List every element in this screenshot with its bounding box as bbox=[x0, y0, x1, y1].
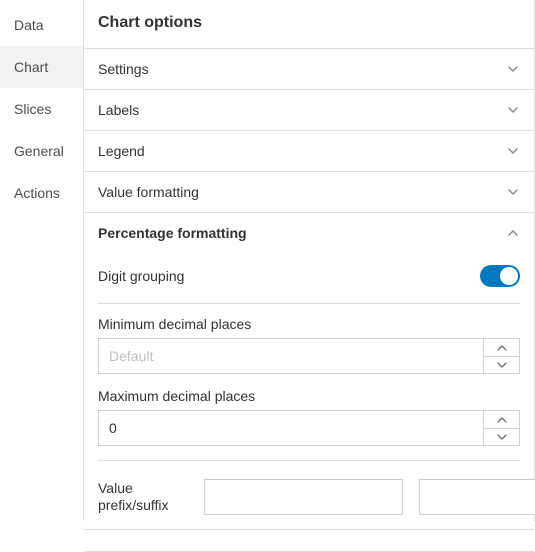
chevron-down-icon bbox=[506, 103, 520, 117]
sidebar-item-slices[interactable]: Slices bbox=[0, 88, 83, 130]
section-legend-header[interactable]: Legend bbox=[84, 131, 534, 171]
prefix-suffix-row: Value prefix/suffix bbox=[98, 473, 520, 515]
max-decimals-step-down[interactable] bbox=[484, 428, 519, 445]
max-decimals-field: Maximum decimal places bbox=[98, 388, 520, 446]
section-value-formatting: Value formatting bbox=[84, 172, 534, 213]
sidebar-item-label: General bbox=[14, 143, 64, 159]
max-decimals-spin bbox=[483, 411, 519, 445]
sidebar-item-label: Data bbox=[14, 17, 44, 33]
section-legend: Legend bbox=[84, 131, 534, 172]
section-label: Value formatting bbox=[98, 184, 199, 200]
chevron-down-icon bbox=[506, 62, 520, 76]
section-percentage-formatting-header[interactable]: Percentage formatting bbox=[84, 213, 534, 253]
section-label: Percentage formatting bbox=[98, 225, 247, 241]
sidebar-item-actions[interactable]: Actions bbox=[0, 172, 83, 214]
chevron-down-icon bbox=[506, 144, 520, 158]
sidebar-item-label: Chart bbox=[14, 59, 48, 75]
section-label: Legend bbox=[98, 143, 145, 159]
page-title: Chart options bbox=[84, 0, 534, 48]
section-label: Labels bbox=[98, 102, 139, 118]
max-decimals-step-up[interactable] bbox=[484, 411, 519, 428]
main-panel: Chart options Settings Labels bbox=[84, 0, 534, 521]
sidebar-item-label: Slices bbox=[14, 101, 51, 117]
section-labels-header[interactable]: Labels bbox=[84, 90, 534, 130]
sidebar-item-chart[interactable]: Chart bbox=[0, 46, 83, 88]
section-settings-header[interactable]: Settings bbox=[84, 49, 534, 89]
bottom-spacer bbox=[84, 546, 534, 552]
chevron-down-icon bbox=[506, 185, 520, 199]
digit-grouping-row: Digit grouping bbox=[98, 257, 520, 291]
min-decimals-label: Minimum decimal places bbox=[98, 316, 520, 332]
chevron-up-icon bbox=[506, 226, 520, 240]
min-decimals-input[interactable] bbox=[99, 339, 483, 373]
digit-grouping-toggle[interactable] bbox=[480, 265, 520, 287]
sidebar-item-general[interactable]: General bbox=[0, 130, 83, 172]
sidebar-item-label: Actions bbox=[14, 185, 60, 201]
min-decimals-field: Minimum decimal places bbox=[98, 316, 520, 374]
digit-grouping-label: Digit grouping bbox=[98, 268, 184, 284]
section-label: Settings bbox=[98, 61, 149, 77]
max-decimals-stepper bbox=[98, 410, 520, 446]
section-value-formatting-header[interactable]: Value formatting bbox=[84, 172, 534, 212]
app-root: Data Chart Slices General Actions Chart … bbox=[0, 0, 535, 521]
max-decimals-input[interactable] bbox=[99, 411, 483, 445]
section-percentage-formatting-body: Digit grouping Minimum decimal places bbox=[84, 253, 534, 529]
min-decimals-step-down[interactable] bbox=[484, 356, 519, 373]
section-settings: Settings bbox=[84, 49, 534, 90]
value-suffix-input[interactable] bbox=[419, 479, 535, 515]
accordion-list: Settings Labels Legend bbox=[84, 48, 534, 552]
min-decimals-step-up[interactable] bbox=[484, 339, 519, 356]
sidebar-item-data[interactable]: Data bbox=[0, 4, 83, 46]
prefix-suffix-label: Value prefix/suffix bbox=[98, 480, 188, 514]
min-decimals-spin bbox=[483, 339, 519, 373]
value-prefix-input[interactable] bbox=[204, 479, 403, 515]
min-decimals-stepper bbox=[98, 338, 520, 374]
divider bbox=[98, 303, 520, 304]
section-percentage-formatting: Percentage formatting Digit grouping Min bbox=[84, 213, 534, 530]
max-decimals-label: Maximum decimal places bbox=[98, 388, 520, 404]
divider bbox=[98, 460, 520, 461]
sidebar: Data Chart Slices General Actions bbox=[0, 0, 84, 521]
section-labels: Labels bbox=[84, 90, 534, 131]
